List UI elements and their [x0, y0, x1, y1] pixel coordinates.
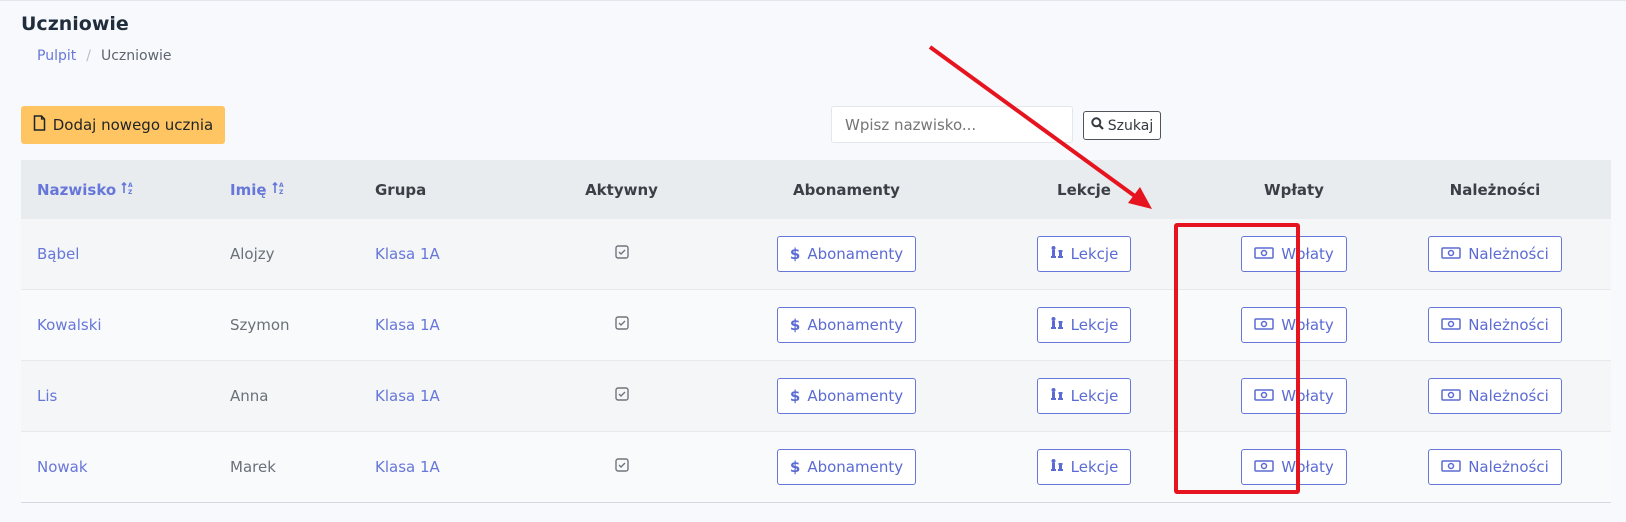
annotation-arrow — [928, 45, 1152, 209]
